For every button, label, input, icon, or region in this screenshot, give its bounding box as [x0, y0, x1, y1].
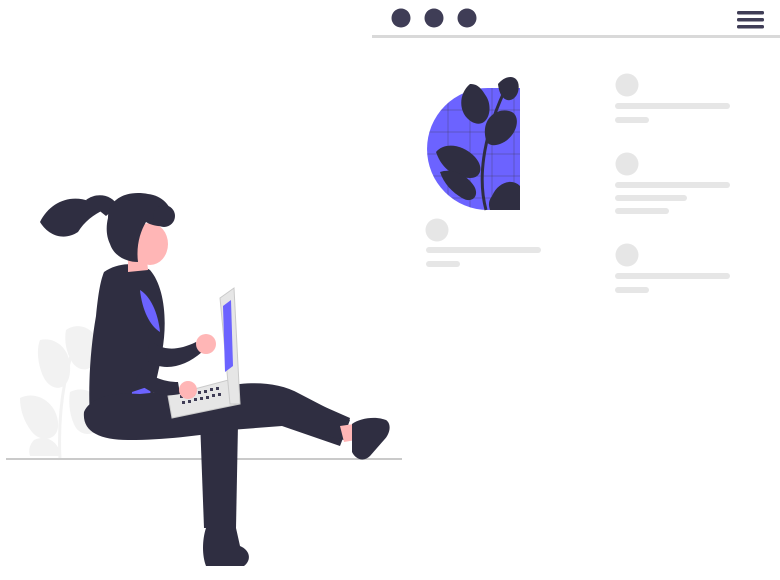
- window-controls: [391, 8, 477, 28]
- text-line: [615, 273, 730, 279]
- avatar: [615, 73, 639, 97]
- text-line: [615, 117, 649, 123]
- text-line: [426, 247, 541, 253]
- text-line: [615, 195, 687, 201]
- window-dot-icon: [457, 8, 477, 28]
- window-dot-icon: [424, 8, 444, 28]
- window-dot-icon: [391, 8, 411, 28]
- text-line: [426, 261, 460, 267]
- list-item-2: [615, 152, 730, 214]
- avatar: [615, 243, 639, 267]
- list-item-1: [615, 73, 730, 123]
- avatar: [615, 152, 639, 176]
- text-line: [615, 103, 730, 109]
- illustration-canvas: [6, 8, 780, 566]
- woman-with-laptop-illustration: [40, 193, 390, 566]
- browser-header-divider: [372, 35, 780, 38]
- text-line: [615, 182, 730, 188]
- browser-window: [372, 8, 780, 293]
- list-item-3: [615, 243, 730, 293]
- text-line: [615, 208, 669, 214]
- text-line: [615, 287, 649, 293]
- hamburger-menu-icon[interactable]: [736, 9, 764, 31]
- plant-illustration-icon: [427, 77, 520, 211]
- avatar: [425, 218, 449, 242]
- card-left: [425, 218, 541, 267]
